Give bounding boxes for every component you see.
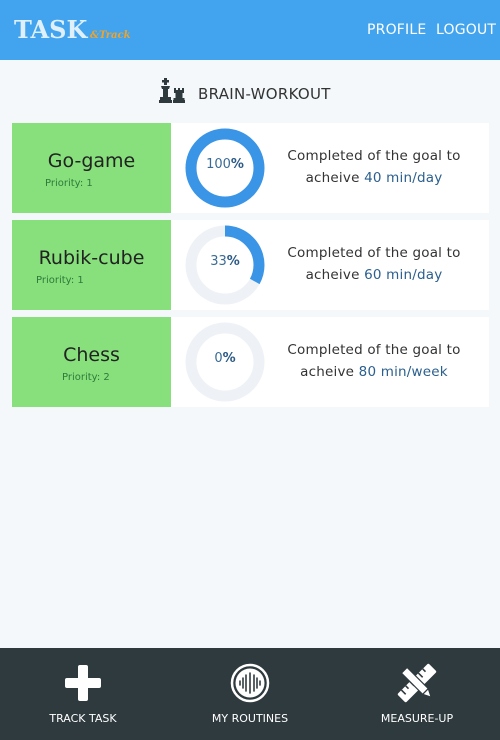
progress-value: 100 — [206, 157, 231, 172]
progress-value: 33 — [210, 254, 227, 269]
task-priority: Priority: 1 — [45, 178, 93, 189]
task-priority: Priority: 1 — [36, 275, 84, 286]
task-name: Go-game — [47, 150, 136, 172]
section-title: BRAIN-WORKOUT — [198, 85, 331, 103]
goal-target: 80 min/week — [358, 364, 448, 380]
goal-target: 40 min/day — [364, 170, 443, 186]
my-routines-button[interactable]: MY ROUTINES — [167, 648, 333, 740]
percent-sign: % — [226, 254, 240, 269]
plus-icon — [65, 665, 101, 701]
track-task-button[interactable]: TRACK TASK — [0, 648, 166, 740]
measure-up-button[interactable]: MEASURE-UP — [334, 648, 500, 740]
logo-main-text: TASK — [14, 15, 88, 44]
task-name-box: Go-game Priority: 1 — [12, 123, 171, 213]
progress-percent: 33% — [185, 254, 265, 269]
ruler-pencil-icon — [397, 663, 437, 703]
progress-value: 0 — [214, 351, 223, 366]
measure-up-label: MEASURE-UP — [380, 712, 454, 725]
percent-sign: % — [222, 351, 236, 366]
logo-sub-text: &Track — [90, 30, 131, 41]
goal-description: Completed of the goal to acheive 80 min/… — [274, 339, 474, 383]
chess-pieces-icon — [159, 78, 185, 103]
task-name-box: Rubik-cube Priority: 1 — [12, 220, 171, 310]
task-name: Chess — [63, 344, 120, 366]
task-priority: Priority: 2 — [62, 372, 110, 383]
task-card[interactable]: Rubik-cube Priority: 1 33% Completed of … — [12, 220, 489, 310]
progress-percent: 100% — [185, 157, 265, 172]
routines-icon — [230, 663, 270, 703]
track-task-label: TRACK TASK — [49, 712, 117, 725]
goal-description: Completed of the goal to acheive 60 min/… — [274, 242, 474, 286]
nav-logout-link[interactable]: LOGOUT — [436, 22, 496, 38]
goal-target: 60 min/day — [364, 267, 443, 283]
task-name-box: Chess Priority: 2 — [12, 317, 171, 407]
nav-profile-link[interactable]: PROFILE — [367, 22, 426, 38]
my-routines-label: MY ROUTINES — [211, 712, 289, 725]
app-header: TASK &Track PROFILE LOGOUT — [0, 0, 500, 60]
task-card[interactable]: Chess Priority: 2 0% Completed of the go… — [12, 317, 489, 407]
task-name: Rubik-cube — [38, 247, 145, 269]
goal-description: Completed of the goal to acheive 40 min/… — [274, 145, 474, 189]
task-card[interactable]: Go-game Priority: 1 100% Completed of th… — [12, 123, 489, 213]
percent-sign: % — [230, 157, 244, 172]
bottom-nav: TRACK TASK MY ROUTINES MEASURE-UP — [0, 648, 500, 740]
section-header: BRAIN-WORKOUT — [0, 76, 500, 106]
progress-percent: 0% — [185, 351, 265, 366]
